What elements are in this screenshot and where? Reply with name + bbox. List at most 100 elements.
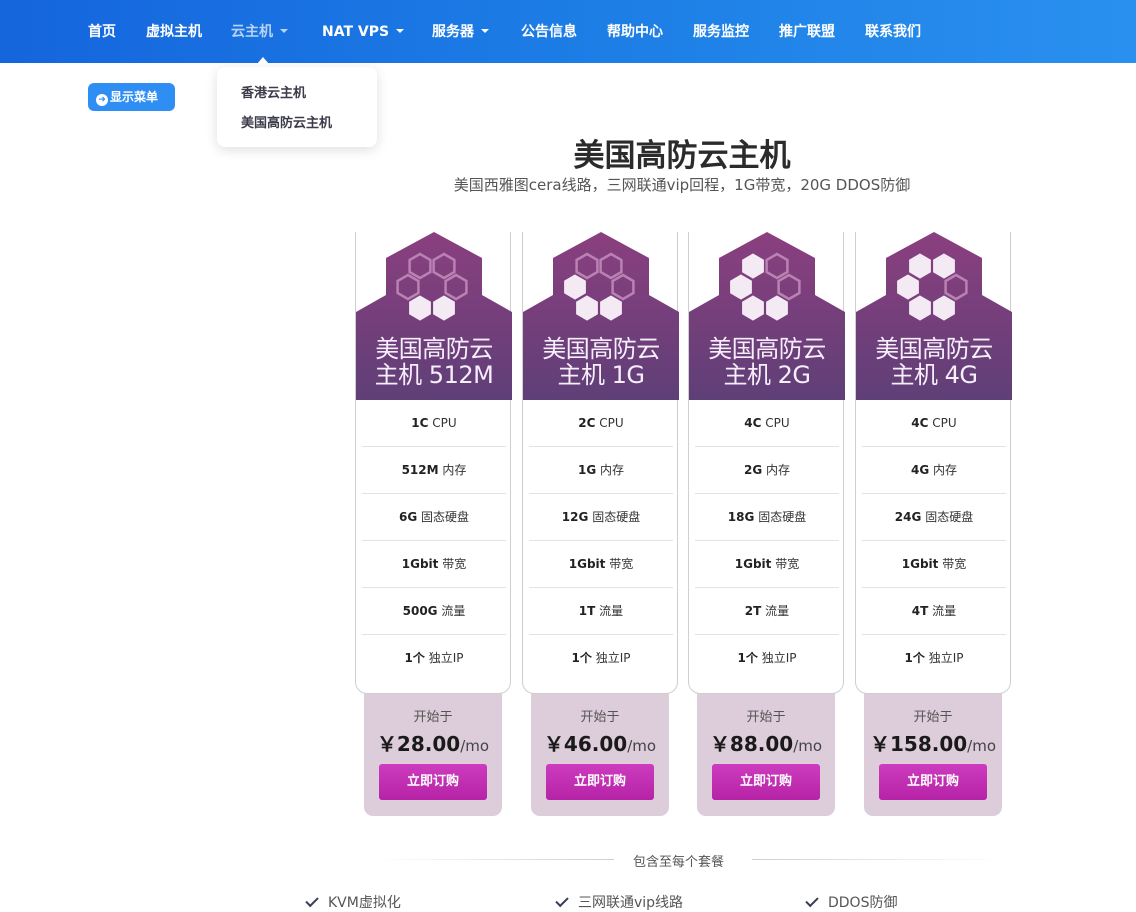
spec-row: 4C CPU	[862, 400, 1006, 447]
spec-row: 4C CPU	[695, 400, 839, 447]
spec-label: 独立IP	[928, 651, 964, 665]
order-now-button[interactable]: 立即订购	[546, 764, 654, 800]
dropdown-item-us-ddos-cloud[interactable]: 美国高防云主机	[241, 112, 332, 131]
spec-row: 500G 流量	[362, 588, 506, 635]
check-icon	[555, 893, 569, 908]
spec-label: 带宽	[442, 557, 467, 571]
nav-item-affiliate[interactable]: 推广联盟	[779, 0, 835, 63]
starts-at-label: 开始于	[413, 710, 453, 725]
order-now-button[interactable]: 立即订购	[379, 764, 487, 800]
plan-price: ￥88.00/mo	[688, 728, 844, 757]
card-header: 美国高防云 主机 2G	[689, 232, 845, 400]
spec-row: 1Gbit 带宽	[529, 541, 673, 588]
price-period: /mo	[627, 737, 657, 755]
spec-label: 内存	[600, 463, 625, 477]
card-header: 美国高防云 主机 4G	[856, 232, 1012, 400]
price-amount: ￥46.00	[543, 732, 628, 756]
spec-row: 1G 内存	[529, 447, 673, 494]
spec-row: 24G 固态硬盘	[862, 494, 1006, 541]
plan-price: ￥28.00/mo	[355, 728, 511, 757]
feature-item: DDOS防御	[805, 892, 898, 912]
spec-row: 2T 流量	[695, 588, 839, 635]
spec-value: 12G	[561, 510, 589, 524]
dropdown-item-hk-cloud[interactable]: 香港云主机	[241, 82, 306, 101]
spec-value: 2G	[743, 463, 763, 477]
spec-label: 带宽	[775, 557, 800, 571]
nav-item-label: 服务器	[432, 24, 474, 40]
spec-list: 4C CPU 2G 内存 18G 固态硬盘 1Gbit 带宽 2T 流量 1个 独立IP	[695, 400, 839, 682]
nav-item-help-center[interactable]: 帮助中心	[607, 0, 663, 63]
spec-row: 6G 固态硬盘	[362, 494, 506, 541]
spec-label: 带宽	[609, 557, 634, 571]
page-subtitle: 美国西雅图cera线路，三网联通vip回程，1G带宽，20G DDOS防御	[453, 176, 911, 194]
spec-list: 2C CPU 1G 内存 12G 固态硬盘 1Gbit 带宽 1T 流量 1个 独立IP	[529, 400, 673, 682]
spec-value: 4T	[911, 604, 929, 618]
spec-label: 内存	[933, 463, 958, 477]
page-title: 美国高防云主机	[573, 138, 791, 174]
price-amount: ￥28.00	[376, 732, 461, 756]
show-menu-button[interactable]: ➜ 显示菜单	[88, 83, 175, 111]
divider-line	[752, 859, 1004, 860]
spec-value: 512M	[401, 463, 439, 477]
nav-item-label: 首页	[88, 24, 116, 40]
nav-item-nat-vps[interactable]: NAT VPS	[322, 0, 405, 63]
spec-label: 流量	[441, 604, 466, 618]
spec-row: 1C CPU	[362, 400, 506, 447]
feature-label: DDOS防御	[828, 895, 898, 911]
spec-row: 2C CPU	[529, 400, 673, 447]
spec-label: CPU	[432, 416, 457, 430]
feature-label: KVM虚拟化	[328, 895, 401, 911]
nav-item-label: NAT VPS	[322, 24, 390, 40]
spec-value: 1个	[904, 651, 925, 665]
order-now-button[interactable]: 立即订购	[712, 764, 820, 800]
card-body: 美国高防云 主机 512M 1C CPU 512M 内存 6G 固态硬盘 1Gbit 带…	[355, 232, 512, 694]
nav-item-label: 云主机	[231, 24, 273, 40]
spec-value: 1Gbit	[568, 557, 606, 571]
check-icon	[805, 893, 819, 908]
spec-value: 1Gbit	[401, 557, 439, 571]
price-amount: ￥158.00	[869, 732, 968, 756]
starts-at-label: 开始于	[580, 710, 620, 725]
spec-row: 1个 独立IP	[362, 635, 506, 682]
price-period: /mo	[793, 737, 823, 755]
plan-name: 美国高防云 主机 4G	[856, 336, 1012, 388]
spec-row: 512M 内存	[362, 447, 506, 494]
nav-item-virtual-hosting[interactable]: 虚拟主机	[146, 0, 202, 63]
spec-row: 1Gbit 带宽	[695, 541, 839, 588]
spec-row: 1个 独立IP	[862, 635, 1006, 682]
spec-value: 2T	[744, 604, 762, 618]
plan-name-line2: 主机 1G	[557, 361, 646, 389]
check-icon	[305, 893, 319, 908]
spec-row: 1Gbit 带宽	[862, 541, 1006, 588]
starts-at-label: 开始于	[746, 710, 786, 725]
order-now-button[interactable]: 立即订购	[879, 764, 987, 800]
card-body: 美国高防云 主机 1G 2C CPU 1G 内存 12G 固态硬盘 1Gbit 带宽 1T…	[522, 232, 679, 694]
nav-item-cloud-host[interactable]: 云主机	[231, 0, 288, 63]
spec-row: 1T 流量	[529, 588, 673, 635]
nav-item-label: 帮助中心	[607, 24, 663, 40]
price-period: /mo	[460, 737, 490, 755]
spec-row: 12G 固态硬盘	[529, 494, 673, 541]
spec-label: 固态硬盘	[592, 510, 641, 524]
nav-item-home[interactable]: 首页	[88, 0, 116, 63]
plan-name-line1: 美国高防云	[375, 335, 493, 363]
nav-item-service-monitor[interactable]: 服务监控	[693, 0, 749, 63]
pricing-card: 美国高防云 主机 1G 2C CPU 1G 内存 12G 固态硬盘 1Gbit 带宽 1T…	[522, 232, 679, 816]
plan-name-line1: 美国高防云	[708, 335, 826, 363]
chevron-down-icon	[481, 29, 489, 33]
nav-item-label: 虚拟主机	[146, 24, 202, 40]
nav-item-servers[interactable]: 服务器	[432, 0, 489, 63]
spec-label: 固态硬盘	[758, 510, 807, 524]
price-period: /mo	[967, 737, 997, 755]
spec-row: 18G 固态硬盘	[695, 494, 839, 541]
spec-value: 2C	[578, 416, 596, 430]
nav-item-announcements[interactable]: 公告信息	[521, 0, 577, 63]
starts-at-label: 开始于	[913, 710, 953, 725]
spec-label: CPU	[599, 416, 624, 430]
divider-line	[376, 859, 614, 860]
plan-name: 美国高防云 主机 512M	[356, 336, 512, 388]
nav-item-contact[interactable]: 联系我们	[865, 0, 921, 63]
spec-value: 1T	[578, 604, 596, 618]
chevron-down-icon	[396, 29, 405, 33]
pricing-card: 美国高防云 主机 4G 4C CPU 4G 内存 24G 固态硬盘 1Gbit 带宽 4T…	[855, 232, 1012, 816]
